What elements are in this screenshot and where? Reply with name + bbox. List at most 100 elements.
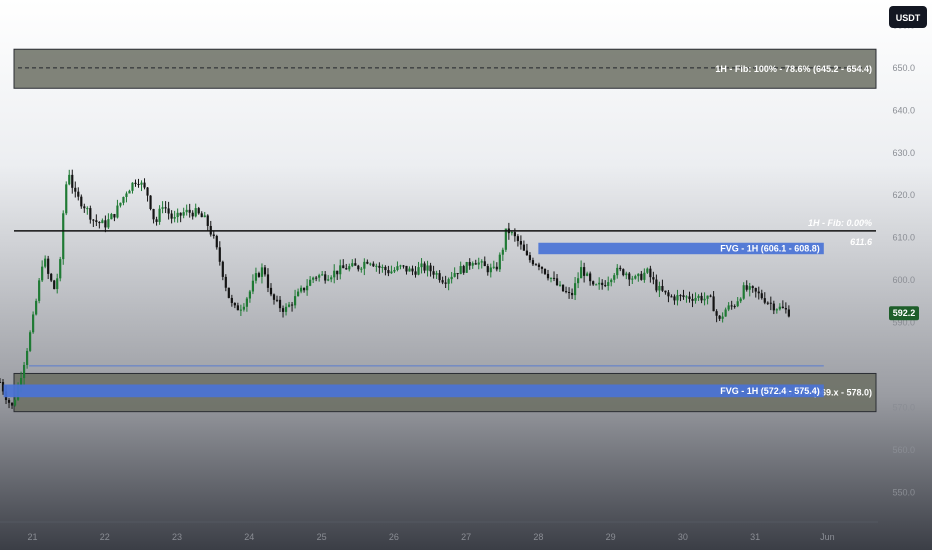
candle-body	[405, 265, 408, 272]
candle-body	[586, 273, 589, 276]
candle-body	[309, 279, 312, 286]
y-tick-label: 620.0	[892, 190, 915, 200]
candle-body	[583, 267, 586, 276]
candle-body	[423, 263, 426, 271]
candle-body	[616, 267, 619, 276]
candle-body	[543, 268, 547, 274]
candle-body	[354, 263, 357, 266]
candle-body	[393, 269, 396, 272]
candle-body	[685, 296, 688, 298]
candle-body	[610, 279, 613, 283]
candle-body	[50, 273, 53, 281]
candle-body	[447, 279, 450, 284]
y-tick-label: 600.0	[892, 275, 915, 285]
candle-body	[254, 273, 258, 281]
candle-body	[251, 280, 255, 292]
y-tick-label: 640.0	[892, 105, 915, 115]
candle-body	[227, 287, 230, 298]
candle-body	[778, 306, 781, 310]
candle-body	[577, 278, 580, 284]
candle-body	[498, 254, 501, 270]
candle-body	[390, 271, 393, 274]
candle-body	[306, 285, 309, 291]
candle-body	[495, 266, 498, 270]
candle-body	[185, 209, 188, 213]
candle-body	[441, 280, 444, 283]
candle-body	[721, 316, 724, 319]
candle-body	[381, 266, 384, 268]
candle-body	[167, 208, 170, 214]
candle-body	[432, 271, 435, 275]
candle-body	[77, 191, 80, 197]
currency-badge[interactable]: USDT	[889, 6, 927, 28]
candle-body	[781, 306, 784, 308]
candle-body	[459, 266, 462, 275]
y-tick-label: 650.0	[892, 63, 915, 73]
candle-body	[408, 268, 411, 272]
candle-body	[501, 249, 504, 255]
last-price-value: 592.2	[893, 308, 916, 318]
candle-body	[763, 298, 766, 303]
candle-body	[71, 174, 74, 188]
candle-body	[528, 255, 532, 261]
candle-body	[384, 266, 387, 271]
candle-body	[727, 305, 730, 310]
candle-body	[333, 270, 336, 278]
candle-body	[592, 281, 595, 285]
candle-body	[155, 219, 158, 222]
candle-body	[688, 296, 691, 300]
candle-body	[558, 284, 562, 286]
candle-body	[7, 400, 11, 403]
candle-body	[32, 314, 35, 333]
fvg-upper-label: FVG - 1H (606.1 - 608.8)	[720, 243, 820, 253]
candle-body	[257, 273, 261, 277]
candle-body	[242, 306, 245, 310]
candle-body	[74, 187, 77, 192]
candle-body	[546, 273, 550, 279]
candle-body	[369, 263, 372, 265]
candle-body	[628, 273, 631, 280]
candle-body	[456, 273, 459, 275]
candle-body	[399, 265, 402, 267]
candle-body	[375, 265, 378, 267]
candle-body	[360, 268, 363, 270]
x-tick-label: 29	[606, 532, 616, 542]
candle-body	[474, 263, 477, 265]
candle-body	[269, 287, 273, 295]
candle-body	[80, 196, 83, 207]
candle-body	[589, 273, 592, 282]
candle-body	[122, 196, 125, 203]
candle-body	[772, 303, 775, 311]
candle-body	[287, 304, 291, 307]
price-chart[interactable]: 1H - Fib: 100% - 78.6% (645.2 - 654.4) 1H…	[0, 0, 932, 550]
candle-body	[742, 285, 745, 299]
y-axis[interactable]: 660.0650.0640.0630.0620.0610.0600.0590.0…	[892, 20, 915, 497]
candle-body	[573, 283, 577, 296]
candle-body	[44, 258, 47, 267]
y-tick-label: 570.0	[892, 402, 915, 412]
candle-body	[435, 273, 438, 275]
candle-body	[694, 297, 697, 301]
candle-body	[284, 306, 288, 312]
candle-body	[613, 275, 616, 280]
x-tick-label: 28	[533, 532, 543, 542]
candle-body	[787, 309, 790, 317]
candle-body	[444, 282, 447, 284]
candle-body	[218, 247, 221, 262]
candle-body	[224, 276, 227, 288]
candle-body	[330, 277, 333, 280]
candle-body	[197, 208, 200, 214]
candle-body	[595, 284, 598, 286]
x-tick-label: 31	[750, 532, 760, 542]
candle-body	[426, 265, 429, 271]
candle-body	[540, 266, 544, 269]
candle-body	[703, 298, 706, 301]
y-tick-label: 550.0	[892, 487, 915, 497]
candle-body	[89, 208, 92, 220]
candle-body	[570, 292, 574, 296]
candle-body	[468, 262, 471, 266]
candle-body	[65, 184, 68, 214]
candle-body	[47, 258, 50, 274]
candle-body	[170, 213, 173, 219]
x-axis[interactable]: 21 22 23 24 25 26 27 28 29 30 31 Jun	[28, 532, 835, 542]
